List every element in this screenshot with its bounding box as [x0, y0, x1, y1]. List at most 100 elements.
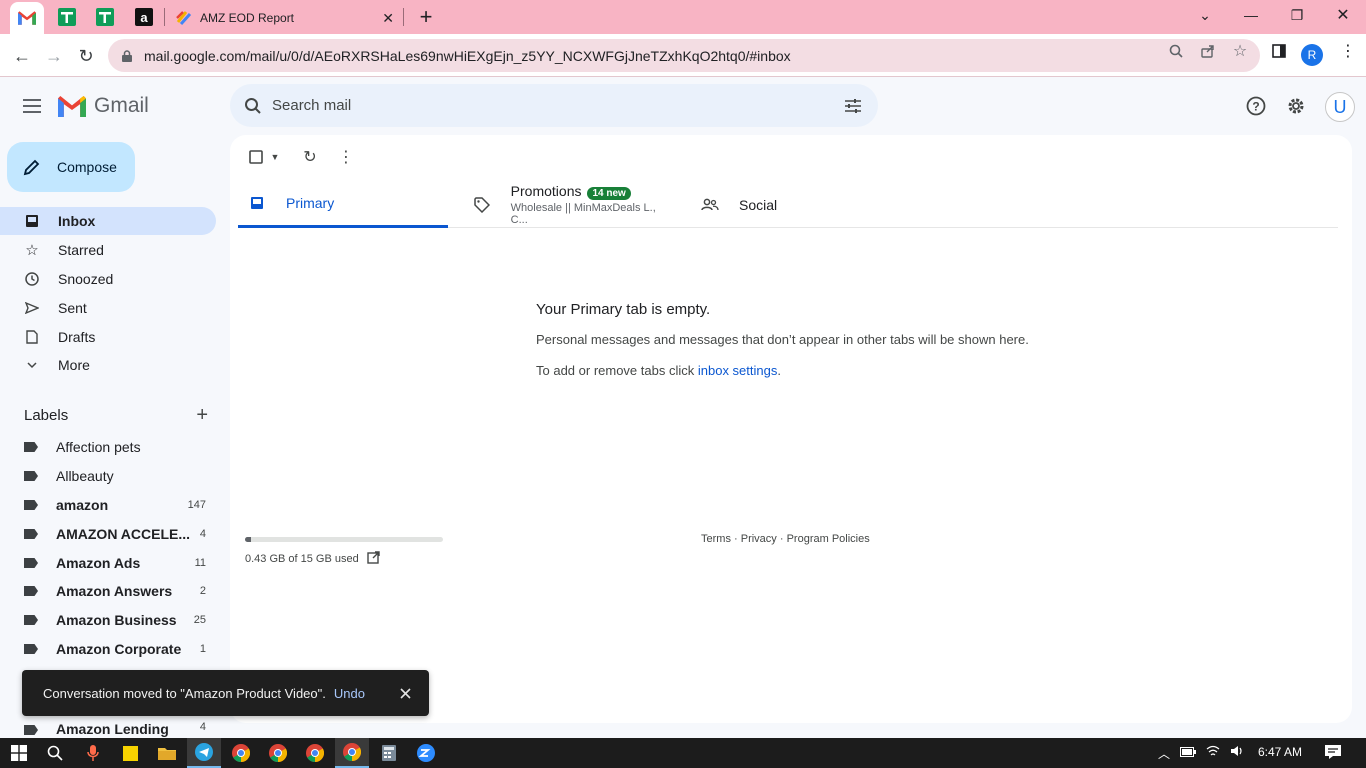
microphone-icon [87, 745, 99, 761]
start-button[interactable] [8, 742, 30, 764]
footer-separator: · [730, 533, 741, 545]
search-icon[interactable] [244, 97, 262, 115]
nav-item-starred[interactable]: ☆ Starred [0, 236, 216, 264]
taskbar-app-chrome-active[interactable] [335, 738, 369, 768]
search-options-icon[interactable] [844, 98, 862, 114]
browser-tab-amz-eod-report[interactable]: AMZ EOD Report ✕ [164, 2, 404, 34]
undo-button[interactable]: Undo [334, 686, 365, 701]
show-hidden-icons-icon[interactable]: ︿ [1158, 745, 1170, 762]
taskbar-app-zoom[interactable] [415, 742, 437, 764]
label-name: Amazon Corporate [56, 641, 182, 657]
taskbar-app-chrome-1[interactable] [230, 742, 252, 764]
nav-item-label: Snoozed [58, 271, 114, 287]
open-storage-icon[interactable] [367, 551, 380, 567]
taskbar-app-recorder[interactable] [82, 742, 104, 764]
apps-script-favicon-icon [176, 11, 192, 26]
close-window-button[interactable]: ✕ [1320, 0, 1366, 30]
label-item[interactable]: amazon 147 [0, 491, 216, 519]
taskbar-app-chrome-3[interactable] [304, 742, 326, 764]
label-item[interactable]: Amazon Business 25 [0, 606, 216, 634]
nav-item-inbox[interactable]: Inbox [0, 207, 216, 235]
bookmark-star-icon[interactable]: ☆ [1231, 42, 1249, 60]
label-item[interactable]: Amazon Lending 4 [0, 721, 216, 739]
select-all-checkbox[interactable] [246, 147, 266, 167]
share-icon[interactable] [1199, 42, 1217, 60]
support-button[interactable]: ? [1244, 94, 1268, 118]
tab-close-icon[interactable]: ✕ [382, 10, 394, 27]
snackbar-toast: Conversation moved to "Amazon Product Vi… [22, 670, 429, 716]
tab-promotions[interactable]: Promotions 14 new Wholesale || MinMaxDeal… [463, 181, 673, 228]
label-item[interactable]: Amazon Corporate 1 [0, 635, 216, 663]
label-tag-icon [24, 586, 38, 596]
gmail-logo[interactable]: Gmail [58, 94, 149, 118]
promotions-snippet: Wholesale || MinMaxDeals L., C... [510, 202, 656, 226]
volume-icon[interactable] [1230, 744, 1244, 762]
account-avatar[interactable]: U [1325, 92, 1355, 122]
wifi-icon[interactable] [1206, 744, 1220, 762]
zoom-icon[interactable] [1167, 42, 1185, 60]
minimize-button[interactable]: — [1228, 0, 1274, 30]
tab-social[interactable]: Social [691, 181, 901, 228]
close-icon[interactable] [393, 681, 417, 705]
search-bar [230, 84, 878, 127]
label-count: 25 [193, 614, 206, 626]
more-options-icon[interactable]: ⋮ [336, 147, 356, 167]
reload-button[interactable]: ↻ [72, 42, 100, 70]
tab-search-button[interactable]: ⌄ [1182, 0, 1228, 30]
main-menu-button[interactable] [20, 94, 44, 118]
tab-primary[interactable]: Primary [238, 181, 448, 228]
notifications-button[interactable] [1324, 744, 1342, 765]
taskbar-search-button[interactable] [44, 742, 66, 764]
pinned-tab-sheets-1[interactable] [50, 4, 84, 30]
search-input[interactable] [272, 97, 812, 114]
browser-profile-avatar[interactable]: R [1301, 44, 1323, 66]
settings-button[interactable] [1284, 94, 1308, 118]
taskbar-app-sticky-notes[interactable] [119, 742, 141, 764]
promotions-title-row: Promotions 14 new [511, 183, 673, 200]
browser-menu-icon[interactable]: ⋮ [1339, 42, 1357, 60]
gmail-m-icon [58, 95, 86, 117]
nav-item-more[interactable]: More [0, 351, 216, 379]
chevron-down-icon [24, 357, 40, 373]
pinned-tab-gmail[interactable] [10, 2, 44, 34]
pinned-tab-amazon[interactable]: a [127, 4, 161, 30]
taskbar-app-telegram[interactable] [187, 738, 221, 768]
forward-button[interactable]: → [40, 42, 68, 70]
label-item[interactable]: Affection pets [0, 433, 216, 461]
empty-state: Your Primary tab is empty. Personal mess… [536, 301, 1056, 378]
label-tag-icon [24, 500, 38, 510]
nav-item-sent[interactable]: Sent [0, 294, 216, 322]
create-label-button[interactable]: + [196, 404, 208, 427]
send-icon [24, 300, 40, 316]
pinned-tab-sheets-2[interactable] [88, 4, 122, 30]
new-tab-button[interactable]: + [414, 4, 438, 29]
label-tag-icon [24, 615, 38, 625]
select-dropdown-icon[interactable]: ▼ [270, 147, 280, 167]
nav-item-drafts[interactable]: Drafts [0, 323, 216, 351]
compose-button[interactable]: Compose [7, 142, 135, 192]
calculator-icon [382, 745, 396, 761]
label-item[interactable]: AMAZON ACCELE... 4 [0, 520, 216, 548]
refresh-icon[interactable]: ↻ [300, 147, 320, 167]
label-item[interactable]: Amazon Ads 11 [0, 549, 216, 577]
program-policies-link[interactable]: Program Policies [787, 533, 870, 545]
label-item[interactable]: Amazon Answers 2 [0, 577, 216, 605]
taskbar-clock[interactable]: 6:47 AM [1258, 745, 1302, 759]
privacy-link[interactable]: Privacy [741, 533, 777, 545]
taskbar-app-chrome-2[interactable] [267, 742, 289, 764]
taskbar-app-file-explorer[interactable] [156, 742, 178, 764]
address-bar[interactable]: mail.google.com/mail/u/0/d/AEoRXRSHaLes6… [108, 39, 1260, 72]
label-item[interactable]: Allbeauty [0, 462, 216, 490]
inbox-icon [24, 213, 40, 229]
taskbar-app-calculator[interactable] [378, 742, 400, 764]
restore-button[interactable]: ❐ [1274, 0, 1320, 30]
battery-icon[interactable] [1180, 744, 1197, 762]
nav-item-snoozed[interactable]: Snoozed [0, 265, 216, 293]
side-panel-icon[interactable] [1270, 42, 1288, 60]
label-count: 2 [199, 585, 206, 597]
back-button[interactable]: ← [8, 42, 36, 70]
chrome-icon [232, 744, 250, 762]
terms-link[interactable]: Terms [701, 533, 731, 545]
browser-toolbar: ← → ↻ mail.google.com/mail/u/0/d/AEoRXRS… [0, 34, 1366, 77]
inbox-settings-link[interactable]: inbox settings [698, 363, 778, 378]
